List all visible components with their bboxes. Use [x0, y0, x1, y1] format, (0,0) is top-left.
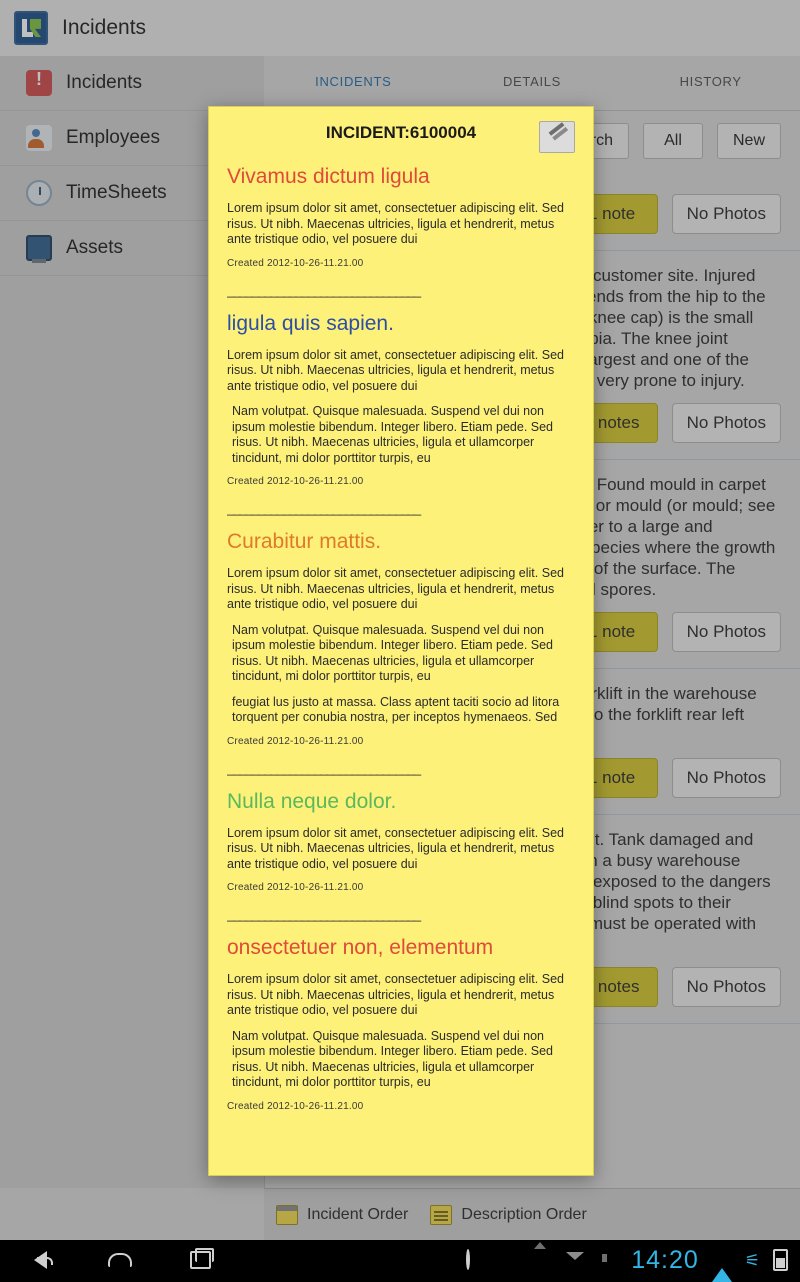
status-tray: 14:20 ⚟ — [466, 1245, 800, 1282]
note-title: ligula quis sapien. — [227, 311, 394, 335]
note-created: Created 2012-10-26-11.21.00 — [227, 476, 364, 487]
mail-icon — [565, 1251, 585, 1269]
system-navigation-bar: 14:20 ⚟ — [0, 1240, 800, 1282]
notes-dialog-body[interactable]: Vivamus dictum ligula Lorem ipsum dolor … — [209, 165, 593, 1134]
note-paragraph: Nam volutpat. Quisque malesuada. Suspend… — [232, 404, 554, 465]
note-paragraph: Nam volutpat. Quisque malesuada. Suspend… — [232, 622, 554, 684]
battery-icon — [773, 1249, 788, 1271]
note-title: Vivamus dictum ligula — [227, 165, 430, 188]
notes-dialog-title: INCIDENT:6100004 — [325, 123, 477, 142]
notes-dialog: INCIDENT:6100004 Vivamus dictum ligula L… — [208, 106, 594, 1176]
app-root: Incidents Incidents Employees TimeSheets… — [0, 0, 800, 1240]
note-paragraph: Lorem ipsum dolor sit amet, consectetuer… — [227, 201, 564, 246]
note-entry: onsectetuer non, elementum Lorem ipsum d… — [227, 936, 575, 1112]
note-entry: ligula quis sapien. Lorem ipsum dolor si… — [227, 312, 575, 488]
clock: 14:20 — [631, 1245, 699, 1274]
note-separator: _______________________________ — [227, 907, 421, 922]
note-separator: _______________________________ — [227, 760, 421, 776]
bluetooth-icon: ⚟ — [744, 1250, 760, 1270]
ring-icon — [466, 1249, 486, 1270]
home-icon — [108, 1253, 132, 1267]
note-paragraph: Nam volutpat. Quisque malesuada. Suspend… — [232, 1028, 554, 1090]
sd-card-icon — [499, 1251, 519, 1269]
note-title: onsectetuer non, elementum — [227, 936, 494, 959]
note-created: Created 2012-10-26-11.21.00 — [227, 882, 364, 893]
note-entry: Nulla neque dolor. Lorem ipsum dolor sit… — [227, 790, 575, 894]
note-created: Created 2012-10-26-11.21.00 — [227, 257, 364, 269]
note-title: Nulla neque dolor. — [227, 789, 397, 813]
recents-icon — [189, 1248, 214, 1269]
back-button[interactable] — [0, 1251, 80, 1269]
note-paragraph: Lorem ipsum dolor sit amet, consectetuer… — [227, 825, 564, 871]
note-separator: _______________________________ — [227, 501, 421, 516]
note-paragraph: Lorem ipsum dolor sit amet, consectetuer… — [227, 566, 564, 611]
note-entry: Vivamus dictum ligula Lorem ipsum dolor … — [227, 165, 575, 269]
back-icon — [33, 1251, 53, 1269]
edit-note-icon[interactable] — [539, 121, 575, 153]
home-button[interactable] — [80, 1253, 160, 1267]
note-separator: _______________________________ — [227, 282, 421, 298]
usb-icon — [598, 1251, 618, 1269]
note-paragraph: Lorem ipsum dolor sit amet, consectetuer… — [227, 347, 564, 393]
note-title: Curabitur mattis. — [227, 530, 382, 553]
note-created: Created 2012-10-26-11.21.00 — [227, 1100, 364, 1112]
note-created: Created 2012-10-26-11.21.00 — [227, 735, 364, 747]
note-entry: Curabitur mattis. Lorem ipsum dolor sit … — [227, 530, 575, 747]
note-paragraph: feugiat lus justo at massa. Class aptent… — [232, 694, 560, 725]
notes-dialog-header: INCIDENT:6100004 — [209, 107, 593, 159]
recents-button[interactable] — [160, 1248, 240, 1269]
wifi-icon — [711, 1251, 732, 1282]
note-paragraph: Lorem ipsum dolor sit amet, consectetuer… — [227, 972, 564, 1017]
image-icon — [532, 1251, 552, 1269]
